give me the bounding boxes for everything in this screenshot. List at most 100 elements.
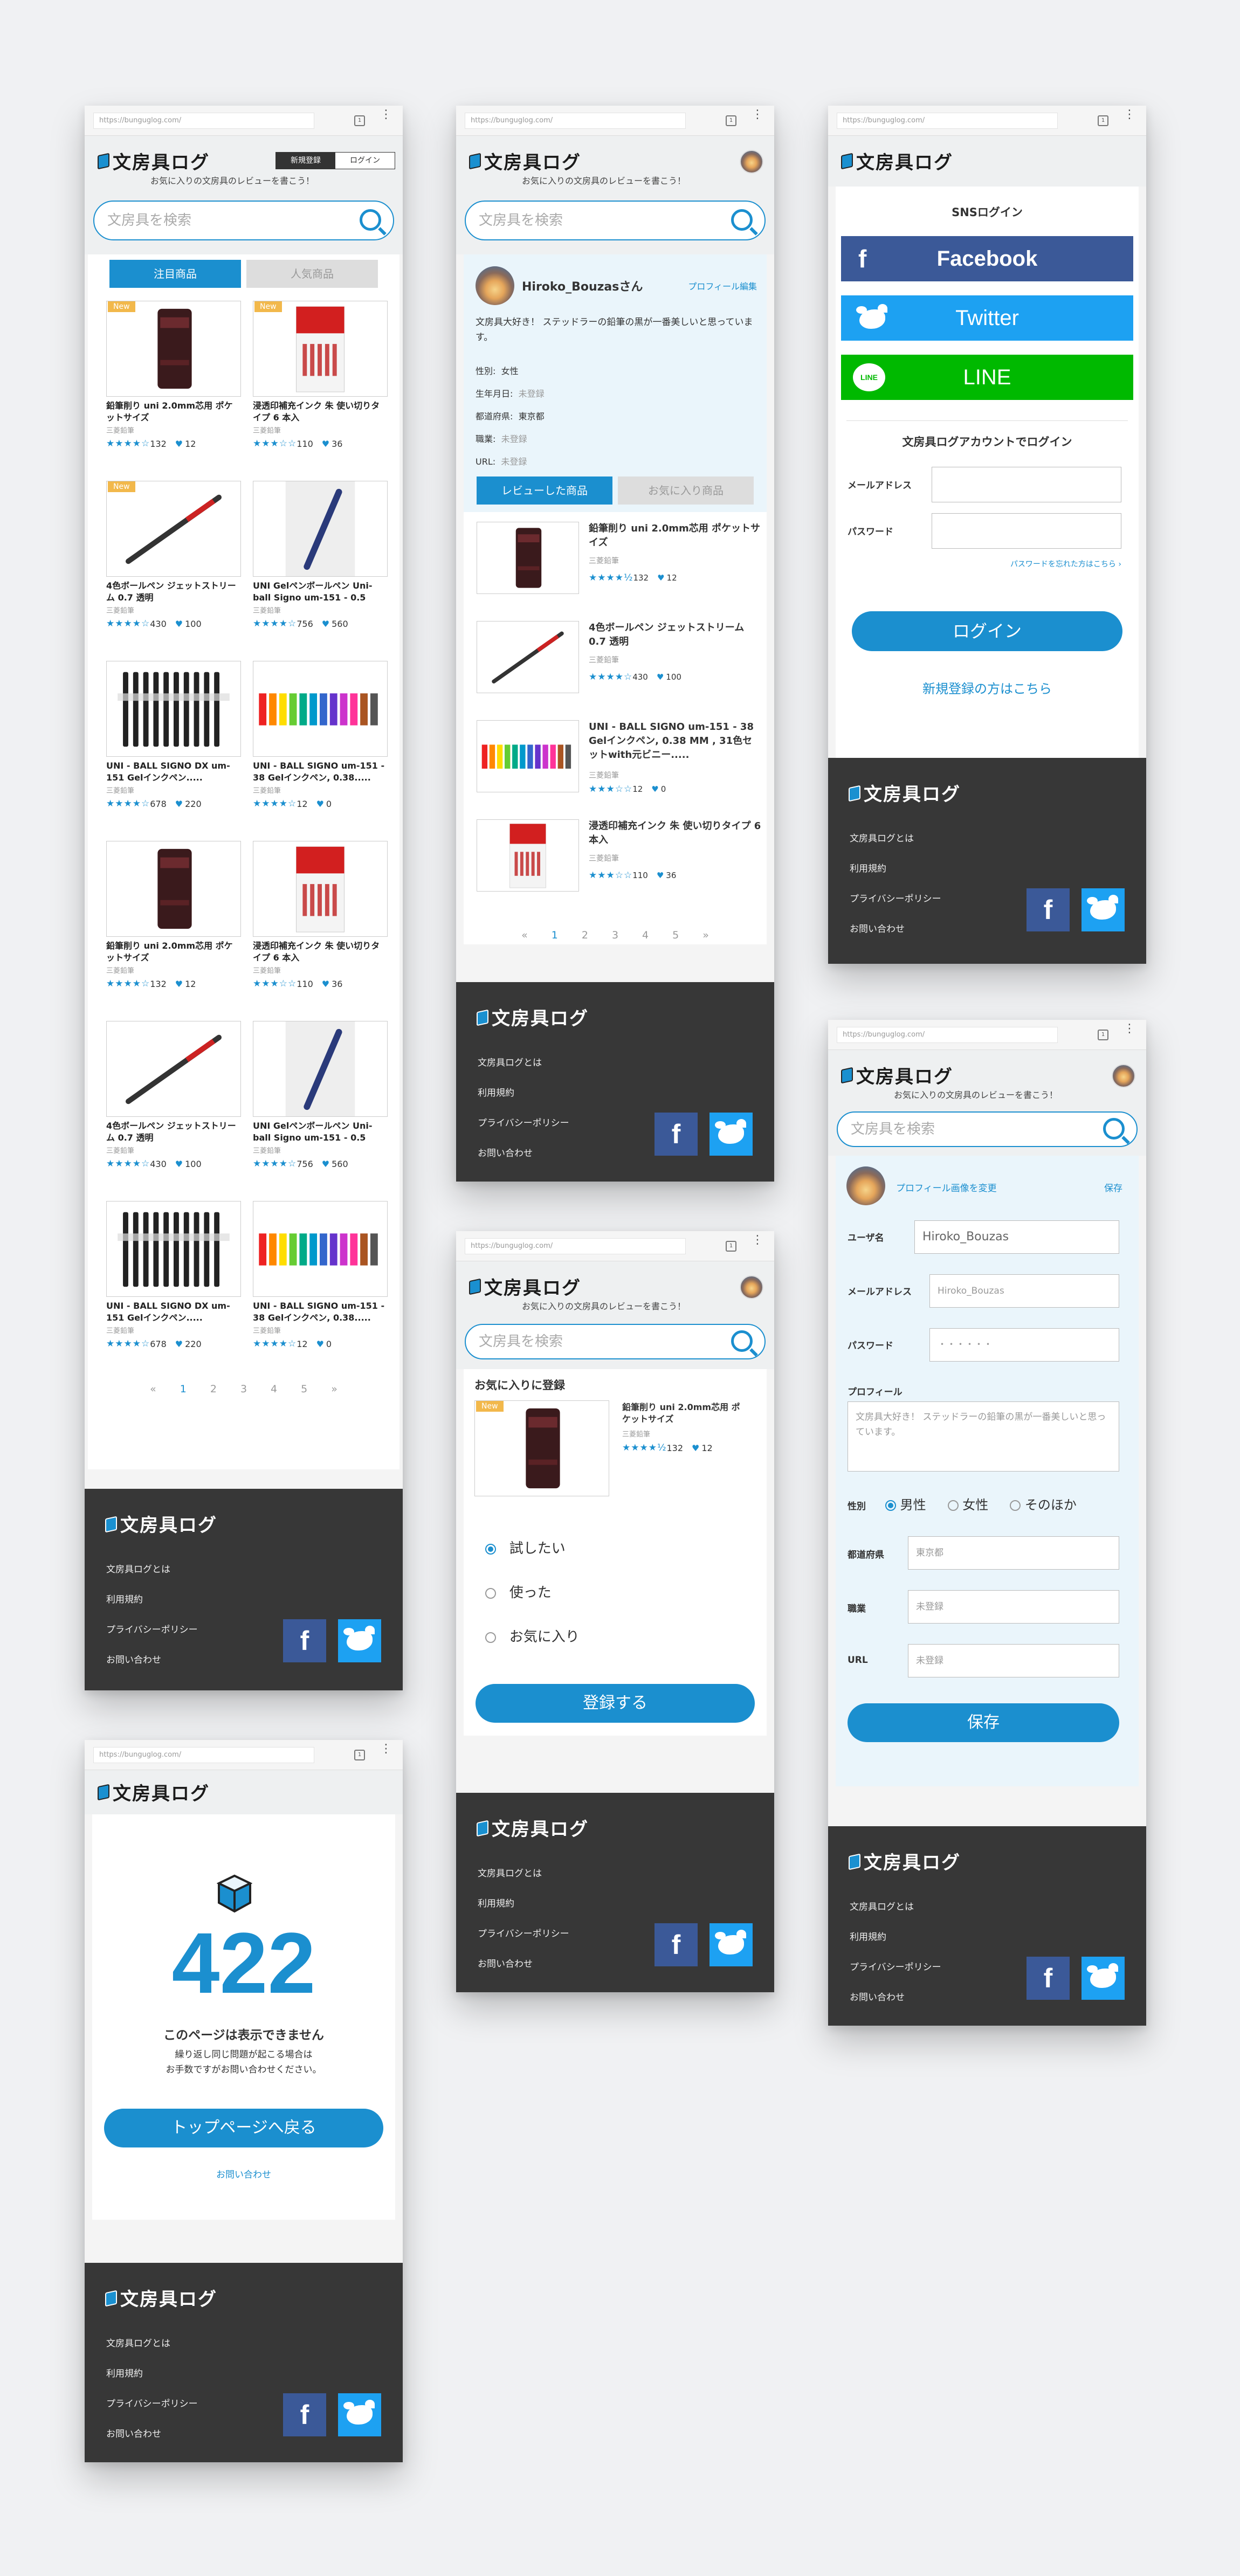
product-image[interactable] xyxy=(106,1021,241,1117)
footer-logo[interactable]: 文房具ログ xyxy=(848,779,961,806)
logo[interactable]: 文房具ログ xyxy=(468,1273,581,1299)
footer-link-privacy[interactable]: プライバシーポリシー xyxy=(478,1108,569,1138)
heart-icon[interactable]: ♥ xyxy=(175,439,183,449)
twitter-icon[interactable] xyxy=(1081,1957,1125,2000)
back-to-top-button[interactable]: トップページへ戻る xyxy=(104,2109,383,2147)
review-list-item[interactable]: 浸透印補充インク 朱 使い切りタイプ 6 本入 三菱鉛筆 ★★★☆☆ 110 ♥ 36 xyxy=(477,819,761,918)
page-link[interactable]: 5 xyxy=(672,929,679,941)
review-list-item[interactable]: UNI - BALL SIGNO um-151 - 38 Gelインクペン, 0… xyxy=(477,720,754,819)
heart-icon[interactable]: ♥ xyxy=(657,573,664,583)
product-card[interactable]: UNI - BALL SIGNO DX um-151 Gelインクペン.....… xyxy=(106,1201,241,1373)
menu-icon[interactable]: ⋮ xyxy=(752,1234,763,1246)
heart-icon[interactable]: ♥ xyxy=(175,799,183,809)
product-card[interactable]: New 浸透印補充インク 朱 使い切りタイプ 6 本入 三菱鉛筆 ★★★☆☆ 110 ♥ 3… xyxy=(253,301,388,473)
logo[interactable]: 文房具ログ xyxy=(97,1779,210,1805)
search-input[interactable]: 文房具を検索 xyxy=(837,1111,1138,1147)
tabs-icon[interactable]: 1 xyxy=(726,1241,736,1252)
product-image[interactable]: New xyxy=(474,1400,609,1496)
gender-female-option[interactable]: 女性 xyxy=(947,1494,988,1513)
footer-link-contact[interactable]: お問い合わせ xyxy=(478,1949,569,1979)
twitter-icon[interactable] xyxy=(709,1113,753,1156)
product-card[interactable]: New 4色ボールペン ジェットストリーム 0.7 透明 三菱鉛筆 ★★★★☆ 430 ♥… xyxy=(106,481,241,653)
footer-logo[interactable]: 文房具ログ xyxy=(104,2284,217,2311)
url-bar[interactable]: https://bunguglog.com/ xyxy=(465,1238,686,1254)
option-favorite[interactable]: お気に入り xyxy=(485,1615,580,1659)
footer-link-contact[interactable]: お問い合わせ xyxy=(106,2419,198,2449)
gender-male-option[interactable]: 男性 xyxy=(885,1494,926,1513)
search-icon[interactable] xyxy=(731,1330,753,1352)
page-link[interactable]: « xyxy=(150,1383,156,1395)
page-link[interactable]: 4 xyxy=(271,1383,277,1395)
footer-link-terms[interactable]: 利用規約 xyxy=(106,2359,198,2389)
footer-link-contact[interactable]: お問い合わせ xyxy=(850,1983,941,2013)
facebook-login-button[interactable]: f Facebook xyxy=(841,236,1133,281)
footer-link-about[interactable]: 文房具ログとは xyxy=(106,2329,198,2359)
search-input[interactable]: 文房具を検索 xyxy=(465,1324,766,1359)
product-title[interactable]: UNI - BALL SIGNO um-151 - 38 Gelインクペン, 0… xyxy=(253,760,388,784)
product-image[interactable] xyxy=(477,720,579,792)
login-submit-button[interactable]: ログイン xyxy=(852,611,1122,651)
product-title[interactable]: 4色ボールペン ジェットストリーム 0.7 透明 xyxy=(106,580,241,604)
footer-link-privacy[interactable]: プライバシーポリシー xyxy=(106,2389,198,2419)
menu-icon[interactable]: ⋮ xyxy=(1124,109,1135,121)
heart-icon[interactable]: ♥ xyxy=(175,979,183,989)
footer-link-about[interactable]: 文房具ログとは xyxy=(478,1859,569,1889)
menu-icon[interactable]: ⋮ xyxy=(752,109,763,121)
search-icon[interactable] xyxy=(360,209,381,231)
product-image[interactable]: New xyxy=(253,301,388,397)
url-bar[interactable]: https://bunguglog.com/ xyxy=(93,113,314,129)
menu-icon[interactable]: ⋮ xyxy=(1124,1023,1135,1035)
footer-link-privacy[interactable]: プライバシーポリシー xyxy=(850,884,941,914)
twitter-icon[interactable] xyxy=(338,1619,381,1662)
page-link[interactable]: » xyxy=(331,1383,337,1395)
footer-link-contact[interactable]: お問い合わせ xyxy=(478,1138,569,1169)
heart-icon[interactable]: ♥ xyxy=(651,784,658,794)
search-input[interactable]: 文房具を検索 xyxy=(93,201,394,240)
tab-popular[interactable]: 人気商品 xyxy=(246,260,378,288)
register-favorite-button[interactable]: 登録する xyxy=(476,1684,755,1723)
profile-avatar[interactable] xyxy=(846,1166,885,1205)
product-image[interactable] xyxy=(477,522,579,594)
search-input[interactable]: 文房具を検索 xyxy=(465,201,766,240)
product-card[interactable]: 浸透印補充インク 朱 使い切りタイプ 6 本入 三菱鉛筆 ★★★☆☆ 110 ♥ 36 xyxy=(253,841,388,1013)
logo[interactable]: 文房具ログ xyxy=(468,148,581,174)
product-card[interactable]: New 鉛筆削り uni 2.0mm芯用 ポケットサイズ 三菱鉛筆 ★★★★☆ 132 ♥… xyxy=(106,301,241,473)
user-avatar[interactable] xyxy=(740,1275,763,1299)
footer-link-privacy[interactable]: プライバシーポリシー xyxy=(850,1952,941,1983)
product-image[interactable] xyxy=(477,819,579,892)
product-title[interactable]: UNI Gelペンボールペン Uni-ball Signo um-151 - 0… xyxy=(253,1120,388,1144)
footer-logo[interactable]: 文房具ログ xyxy=(104,1510,217,1537)
heart-icon[interactable]: ♥ xyxy=(175,1159,183,1169)
tabs-icon[interactable]: 1 xyxy=(354,1750,365,1760)
twitter-icon[interactable] xyxy=(338,2393,381,2436)
page-link[interactable]: 2 xyxy=(582,929,588,941)
tabs-icon[interactable]: 1 xyxy=(726,115,736,126)
facebook-icon[interactable]: f xyxy=(283,1619,326,1662)
facebook-icon[interactable]: f xyxy=(655,1113,698,1156)
footer-link-about[interactable]: 文房具ログとは xyxy=(850,1892,941,1922)
product-card[interactable]: UNI - BALL SIGNO um-151 - 38 Gelインクペン, 0… xyxy=(253,661,388,833)
url-bar[interactable]: https://bunguglog.com/ xyxy=(465,113,686,129)
facebook-icon[interactable]: f xyxy=(283,2393,326,2436)
tab-reviewed[interactable]: レビューした商品 xyxy=(477,476,612,505)
product-title[interactable]: UNI - BALL SIGNO um-151 - 38 Gelインクペン, 0… xyxy=(253,1300,388,1324)
save-link[interactable]: 保存 xyxy=(1104,1180,1122,1194)
profile-textarea[interactable]: 文房具大好き！ ステッドラーの鉛筆の黒が一番美しいと思っています。 xyxy=(848,1401,1119,1472)
facebook-icon[interactable]: f xyxy=(655,1923,698,1966)
heart-icon[interactable]: ♥ xyxy=(175,619,183,629)
product-title[interactable]: UNI - BALL SIGNO DX um-151 Gelインクペン..... xyxy=(106,760,241,784)
product-image[interactable] xyxy=(477,621,579,693)
review-list-item[interactable]: 4色ボールペン ジェットストリーム 0.7 透明 三菱鉛筆 ★★★★☆ 430 ♥ 100 xyxy=(477,621,754,720)
tabs-icon[interactable]: 1 xyxy=(1098,115,1108,126)
footer-link-terms[interactable]: 利用規約 xyxy=(850,1922,941,1952)
product-title[interactable]: 浸透印補充インク 朱 使い切りタイプ 6 本入 xyxy=(589,819,761,847)
facebook-icon[interactable]: f xyxy=(1027,888,1070,931)
change-image-link[interactable]: プロフィール画像を変更 xyxy=(896,1180,997,1194)
contact-link[interactable]: お問い合わせ xyxy=(92,2167,395,2180)
heart-icon[interactable]: ♥ xyxy=(657,871,664,880)
option-used[interactable]: 使った xyxy=(485,1571,580,1615)
pref-field[interactable]: 東京都 xyxy=(908,1536,1119,1570)
heart-icon[interactable]: ♥ xyxy=(316,1339,324,1349)
signup-button[interactable]: 新規登録 xyxy=(276,153,335,169)
footer-link-contact[interactable]: お問い合わせ xyxy=(850,914,941,944)
